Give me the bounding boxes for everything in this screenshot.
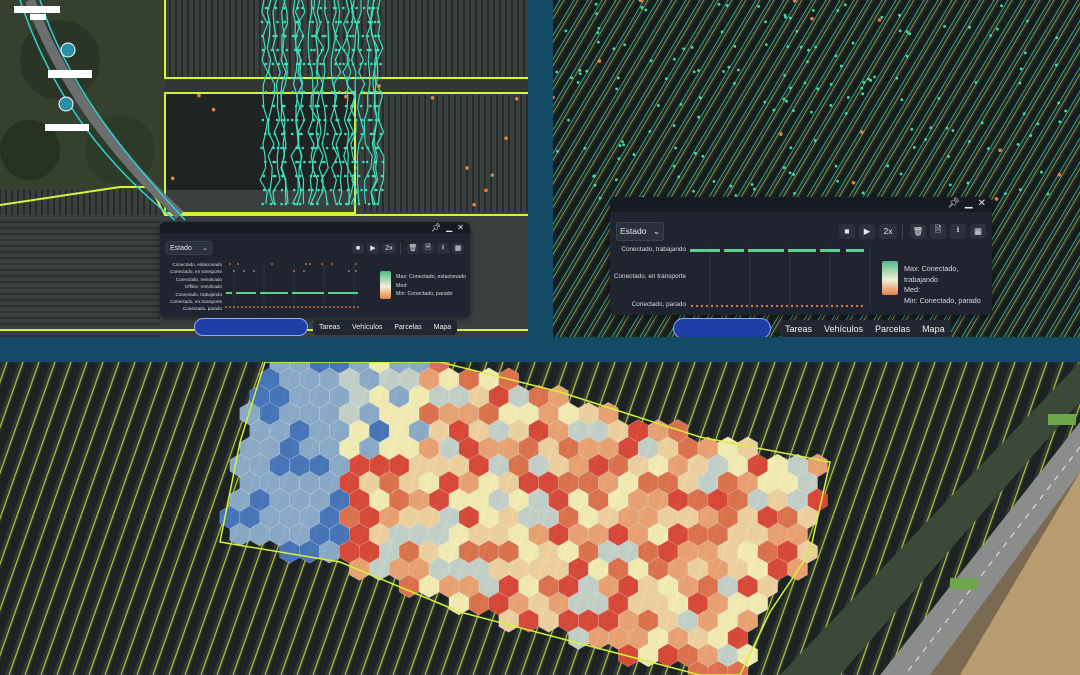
grid-button[interactable]: ▦ bbox=[970, 223, 986, 239]
tab-parcelas[interactable]: Parcelas bbox=[869, 324, 916, 334]
panel-titlebar: 📌︎ ▁ ✕ bbox=[160, 222, 470, 233]
download-button[interactable]: ⭳ bbox=[950, 223, 966, 239]
play-button[interactable]: ▶ bbox=[859, 223, 875, 239]
legend-min: Min: Conectado, parado bbox=[396, 291, 453, 297]
stop-button[interactable]: ■ bbox=[352, 242, 364, 254]
delete-button[interactable]: 🗑︎ bbox=[407, 242, 419, 254]
tab-parcelas[interactable]: Parcelas bbox=[388, 324, 427, 331]
minimize-icon[interactable]: ▁ bbox=[446, 223, 452, 232]
tab-mapa[interactable]: Mapa bbox=[428, 324, 458, 331]
legend-gradient bbox=[380, 271, 391, 299]
state-label: Conectado, parado bbox=[631, 301, 686, 308]
legend-max: Max: Conectado, estacionado bbox=[396, 274, 467, 280]
state-label: Conectado, trabajando bbox=[175, 291, 222, 297]
document-button[interactable]: 🗎︎ bbox=[930, 223, 946, 239]
stop-icon: ■ bbox=[355, 244, 361, 252]
panel-toolbar: Estado ⌄ ■ ▶ 2x 🗑︎ 🗎︎ ⭳ ▦ bbox=[616, 221, 986, 241]
stop-icon: ■ bbox=[844, 226, 850, 236]
state-label: Offline, remolcado bbox=[184, 284, 222, 290]
map-panel-right[interactable]: 📌︎ ▁ ✕ Estado ⌄ ■ ▶ 2x 🗑︎ 🗎︎ ⭳ ▦ Conectado… bbox=[553, 0, 1080, 337]
chevron-down-icon: ⌄ bbox=[202, 245, 208, 252]
tab-mapa[interactable]: Mapa bbox=[916, 324, 951, 334]
redaction-bar bbox=[48, 70, 92, 78]
tab-vehiculos[interactable]: Vehículos bbox=[818, 324, 869, 334]
bottom-tabs: Tareas Vehículos Parcelas Mapa bbox=[779, 320, 951, 337]
toolbar-divider bbox=[902, 223, 903, 239]
road-sign bbox=[950, 578, 978, 589]
document-icon: 🗎︎ bbox=[934, 224, 942, 234]
legend: Max: Conectado, trabajando Med: Min: Con… bbox=[904, 264, 992, 306]
metric-select[interactable]: Estado ⌄ bbox=[616, 221, 664, 241]
redaction-bar bbox=[14, 6, 60, 13]
document-icon: 🗎︎ bbox=[425, 243, 431, 251]
legend-gradient bbox=[882, 261, 898, 295]
map-panel-left[interactable]: 📌︎ ▁ ✕ Estado ⌄ ■ ▶ 2x 🗑︎ 🗎︎ ⭳ ▦ Conectado… bbox=[0, 0, 528, 337]
state-timeline-chart[interactable] bbox=[224, 261, 366, 315]
metric-select-label: Estado bbox=[170, 244, 192, 252]
redaction-bar bbox=[45, 124, 89, 131]
trash-icon: 🗑︎ bbox=[408, 245, 418, 252]
grid-button[interactable]: ▦ bbox=[452, 242, 464, 254]
metric-select[interactable]: Estado ⌄ bbox=[166, 241, 212, 255]
bottom-tabs: Tareas Vehículos Parcelas Mapa bbox=[313, 320, 458, 335]
document-button[interactable]: 🗎︎ bbox=[422, 242, 434, 254]
state-label: Conectado, remolcado bbox=[175, 276, 222, 282]
close-icon[interactable]: ✕ bbox=[457, 223, 464, 232]
panel-toolbar: Estado ⌄ ■ ▶ 2x 🗑︎ 🗎︎ ⭳ ▦ bbox=[166, 241, 464, 255]
state-label: Conectado, estacionado bbox=[172, 262, 222, 267]
legend-med: Med: bbox=[396, 282, 408, 289]
chevron-down-icon: ⌄ bbox=[652, 225, 660, 236]
state-label: Conectado, parado bbox=[182, 306, 222, 312]
grid-icon: ▦ bbox=[973, 225, 983, 236]
tab-vehiculos[interactable]: Vehículos bbox=[346, 324, 388, 331]
state-label: Conectado, en transporte bbox=[613, 273, 686, 280]
map-panel-heatmap[interactable] bbox=[0, 362, 1080, 675]
play-icon: ▶ bbox=[370, 245, 376, 252]
metric-select-label: Estado bbox=[620, 226, 647, 236]
download-icon: ⭳ bbox=[956, 224, 960, 234]
state-axis-labels: Conectado, estacionado Conectado, en tra… bbox=[160, 261, 222, 313]
state-label: Conectado, trabajando bbox=[621, 246, 686, 253]
legend: Max: Conectado, estacionado Med: Min: Co… bbox=[396, 273, 466, 299]
timeline-scrubber[interactable] bbox=[194, 318, 308, 336]
state-label: Conectado, en transporte bbox=[170, 269, 222, 275]
legend-max: Max: Conectado, trabajando bbox=[904, 264, 959, 284]
legend-min: Min: Conectado, parado bbox=[904, 295, 981, 305]
state-label: Conectado, en transporte bbox=[170, 299, 222, 305]
road-sign bbox=[1048, 414, 1076, 425]
tab-tareas[interactable]: Tareas bbox=[313, 324, 346, 331]
toolbar-divider bbox=[400, 242, 401, 254]
state-timeline-chart[interactable] bbox=[690, 245, 878, 311]
speed-button[interactable]: 2x bbox=[879, 223, 897, 239]
trash-icon: 🗑︎ bbox=[912, 225, 924, 236]
timeline-scrubber[interactable] bbox=[673, 318, 771, 337]
speed-button[interactable]: 2x bbox=[382, 242, 396, 254]
speed-label: 2x bbox=[883, 226, 893, 236]
delete-button[interactable]: 🗑︎ bbox=[910, 223, 926, 239]
play-icon: ▶ bbox=[863, 225, 871, 236]
state-timeline-panel: 📌︎ ▁ ✕ Estado ⌄ ■ ▶ 2x 🗑︎ 🗎︎ ⭳ ▦ Conectado… bbox=[160, 222, 470, 317]
download-icon: ⭳ bbox=[441, 243, 445, 251]
legend-med: Med: bbox=[904, 285, 920, 294]
download-button[interactable]: ⭳ bbox=[437, 242, 449, 254]
speed-label: 2x bbox=[385, 244, 393, 252]
minimize-icon[interactable]: ▁ bbox=[965, 198, 973, 209]
redaction-bar bbox=[30, 14, 46, 20]
stop-button[interactable]: ■ bbox=[839, 223, 855, 239]
panel-titlebar: 📌︎ ▁ ✕ bbox=[610, 197, 992, 212]
pin-icon[interactable]: 📌︎ bbox=[947, 198, 960, 209]
state-timeline-panel: 📌︎ ▁ ✕ Estado ⌄ ■ ▶ 2x 🗑︎ 🗎︎ ⭳ ▦ Conectado… bbox=[610, 197, 992, 315]
grid-icon: ▦ bbox=[454, 245, 462, 252]
tab-tareas[interactable]: Tareas bbox=[779, 324, 818, 334]
close-icon[interactable]: ✕ bbox=[978, 198, 986, 209]
satellite-map[interactable] bbox=[0, 362, 1080, 675]
play-button[interactable]: ▶ bbox=[367, 242, 379, 254]
pin-icon[interactable]: 📌︎ bbox=[431, 223, 441, 232]
